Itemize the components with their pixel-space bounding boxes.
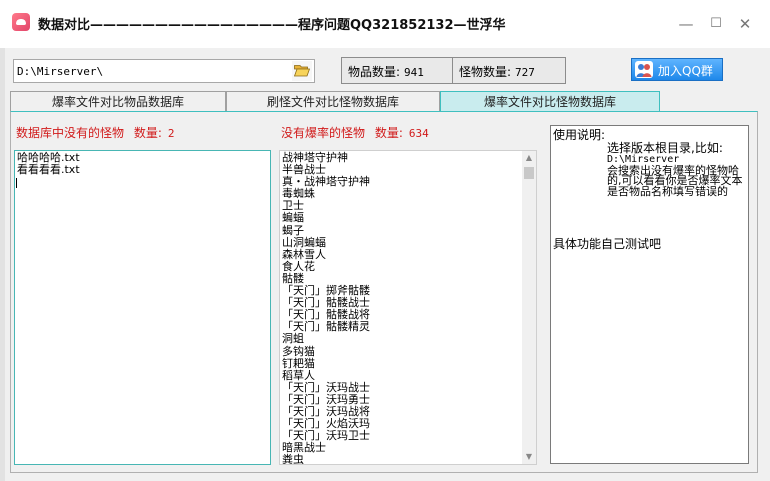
list-item[interactable]: 多钩猫 <box>282 345 534 358</box>
missing-monsters-list[interactable]: 哈哈哈哈.txt 看看看看.txt <box>14 150 271 465</box>
list-item[interactable]: 暗黑战士 <box>282 442 534 454</box>
scroll-up-arrow-icon[interactable]: ▲ <box>522 151 536 165</box>
scrollbar-thumb[interactable] <box>524 167 534 179</box>
monster-count-label: 怪物数量: <box>459 65 512 79</box>
tab-drop-vs-item-db[interactable]: 爆率文件对比物品数据库 <box>10 91 226 112</box>
mid-heading: 没有爆率的怪物 数量: 634 <box>281 124 429 141</box>
path-field-container <box>13 59 315 83</box>
background-window-edge <box>0 48 5 481</box>
item-count-box: 物品数量: 941 <box>341 57 453 84</box>
usage-instructions-box: 使用说明: 选择版本根目录,比如: D:\Mirserver 会搜索出没有爆率的… <box>550 125 749 464</box>
help-line-2: 会搜索出没有爆率的怪物哈的,可以看看你是否爆率文本是否物品名称填写错误的 <box>607 163 743 198</box>
list-item[interactable]: 山洞蝙蝠 <box>282 236 534 249</box>
join-qq-group-button[interactable]: 加入QQ群 <box>631 58 723 81</box>
no-drop-monsters-list[interactable]: 战神塔守护神 半兽战士 真・战神塔守护神 毒蜘蛛 卫士 蝙蝠 蝎子 山洞蝙蝠 森… <box>279 150 537 465</box>
list-item[interactable]: 食人花 <box>282 260 534 273</box>
list-item[interactable]: 稻草人 <box>282 369 534 382</box>
list-item[interactable]: 毒蜘蛛 <box>282 188 534 200</box>
scroll-down-arrow-icon[interactable]: ▼ <box>522 450 536 464</box>
list-item[interactable]: 蝙蝠 <box>282 212 534 224</box>
left-heading: 数据库中没有的怪物 数量: 2 <box>16 124 175 141</box>
path-input[interactable] <box>17 63 287 79</box>
monster-count-value: 727 <box>515 66 535 79</box>
list-item[interactable]: 蝎子 <box>282 224 534 237</box>
left-count-value: 2 <box>167 127 175 140</box>
mid-heading-title: 没有爆率的怪物 <box>281 126 366 140</box>
text-caret <box>16 178 17 188</box>
left-count-label: 数量: <box>133 126 162 140</box>
folder-open-icon <box>294 65 310 77</box>
mid-count-label: 数量: <box>374 126 403 140</box>
list-item[interactable]: 森林雪人 <box>282 248 534 261</box>
tab-drop-vs-monster-db[interactable]: 爆率文件对比怪物数据库 <box>440 91 660 112</box>
close-button[interactable]: ✕ <box>731 14 759 34</box>
app-icon <box>12 13 30 31</box>
join-qq-group-label: 加入QQ群 <box>658 64 713 78</box>
left-heading-title: 数据库中没有的怪物 <box>16 126 125 140</box>
help-note: 具体功能自己测试吧 <box>553 237 662 251</box>
list-item[interactable]: 卫士 <box>282 200 534 212</box>
qq-group-icon <box>635 61 653 78</box>
list-item[interactable]: 「天门」骷髅精灵 <box>282 321 534 333</box>
list-item[interactable]: 真・战神塔守护神 <box>282 176 534 188</box>
minimize-button[interactable]: — <box>672 14 700 34</box>
list-item[interactable]: 洞蛆 <box>282 333 534 345</box>
item-count-label: 物品数量: <box>348 65 401 79</box>
monster-count-box: 怪物数量: 727 <box>452 57 566 84</box>
browse-folder-button[interactable] <box>292 61 312 81</box>
maximize-button[interactable]: ☐ <box>702 14 730 34</box>
list-item[interactable]: 看看看看.txt <box>17 163 268 176</box>
window-title: 数据对比————————————————程序问题QQ321852132—世浮华 <box>38 18 506 33</box>
tab-spawn-vs-monster-db[interactable]: 刷怪文件对比怪物数据库 <box>226 91 440 112</box>
help-body: 选择版本根目录,比如: D:\Mirserver 会搜索出没有爆率的怪物哈的,可… <box>553 142 748 197</box>
list-item[interactable]: 粪虫 <box>282 454 534 464</box>
list-vertical-scrollbar[interactable]: ▲ ▼ <box>522 151 536 464</box>
mid-count-value: 634 <box>408 127 429 140</box>
help-title: 使用说明: <box>553 128 606 142</box>
list-item[interactable]: 钉耙猫 <box>282 357 534 370</box>
item-count-value: 941 <box>404 66 424 79</box>
